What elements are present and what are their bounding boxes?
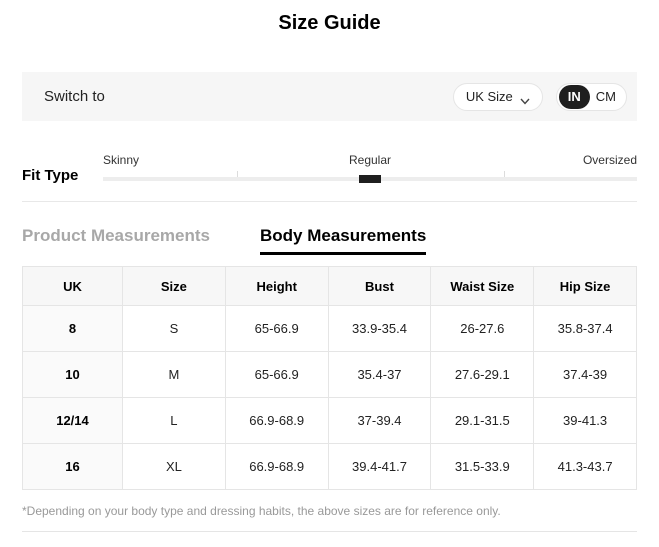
unit-toggle: IN CM — [555, 82, 627, 111]
table-cell-uk: 16 — [22, 443, 123, 490]
tab-product-measurements[interactable]: Product Measurements — [22, 226, 210, 246]
switch-to-bar: Switch to UK Size IN CM — [22, 72, 637, 121]
table-cell-bust: 35.4-37 — [327, 351, 432, 398]
table-header-size: Size — [122, 266, 226, 306]
table-row: 12/14 L 66.9-68.9 37-39.4 29.1-31.5 39-4… — [22, 397, 637, 444]
chevron-down-icon — [520, 93, 530, 105]
table-cell-size: M — [122, 351, 226, 398]
fit-type-options: Skinny Regular Oversized — [103, 153, 637, 167]
table-cell-height: 66.9-68.9 — [224, 443, 329, 490]
unit-in-button[interactable]: IN — [558, 84, 590, 109]
table-header-height: Height — [224, 266, 329, 306]
fit-type-section: Fit Type Skinny Regular Oversized — [22, 153, 637, 184]
table-cell-height: 65-66.9 — [224, 305, 329, 352]
section-divider — [22, 201, 637, 202]
table-header-hip: Hip Size — [533, 266, 637, 306]
table-cell-uk: 10 — [22, 351, 123, 398]
table-header-row: UK Size Height Bust Waist Size Hip Size — [22, 266, 637, 306]
table-row: 16 XL 66.9-68.9 39.4-41.7 31.5-33.9 41.3… — [22, 443, 637, 490]
table-cell-waist: 27.6-29.1 — [430, 351, 535, 398]
page-title: Size Guide — [278, 12, 381, 34]
table-cell-hip: 39-41.3 — [533, 397, 637, 444]
table-cell-bust: 39.4-41.7 — [327, 443, 432, 490]
footnote: *Depending on your body type and dressin… — [22, 504, 501, 518]
table-cell-uk: 12/14 — [22, 397, 123, 444]
table-cell-hip: 41.3-43.7 — [533, 443, 637, 490]
table-cell-hip: 37.4-39 — [533, 351, 637, 398]
unit-cm-button[interactable]: CM — [590, 89, 626, 104]
fit-slider-tick — [236, 171, 238, 177]
table-header-waist: Waist Size — [430, 266, 535, 306]
table-cell-bust: 37-39.4 — [327, 397, 432, 444]
fit-option-regular: Regular — [348, 153, 392, 167]
table-cell-waist: 31.5-33.9 — [430, 443, 535, 490]
size-standard-value: UK Size — [465, 89, 513, 104]
table-header-uk: UK — [22, 266, 123, 306]
table-cell-size: L — [122, 397, 226, 444]
size-table: UK Size Height Bust Waist Size Hip Size … — [22, 266, 637, 490]
bottom-divider — [22, 531, 637, 532]
fit-slider-thumb — [359, 175, 381, 183]
table-cell-waist: 26-27.6 — [430, 305, 535, 352]
table-cell-bust: 33.9-35.4 — [327, 305, 432, 352]
size-standard-select[interactable]: UK Size — [452, 82, 543, 111]
table-cell-uk: 8 — [22, 305, 123, 352]
tab-body-measurements[interactable]: Body Measurements — [260, 226, 427, 255]
table-cell-size: XL — [122, 443, 226, 490]
table-cell-hip: 35.8-37.4 — [533, 305, 637, 352]
table-cell-size: S — [122, 305, 226, 352]
switch-to-label: Switch to — [44, 88, 105, 105]
table-cell-height: 65-66.9 — [224, 351, 329, 398]
fit-option-skinny: Skinny — [103, 153, 140, 167]
fit-type-label: Fit Type — [22, 167, 79, 184]
measurement-tabs: Product Measurements Body Measurements — [22, 226, 637, 255]
fit-slider-track — [103, 171, 637, 183]
fit-option-oversized: Oversized — [582, 153, 637, 167]
fit-type-slider: Skinny Regular Oversized — [103, 153, 637, 183]
table-row: 8 S 65-66.9 33.9-35.4 26-27.6 35.8-37.4 — [22, 305, 637, 352]
table-header-bust: Bust — [327, 266, 432, 306]
table-cell-height: 66.9-68.9 — [224, 397, 329, 444]
fit-slider-tick — [503, 171, 505, 177]
table-cell-waist: 29.1-31.5 — [430, 397, 535, 444]
table-row: 10 M 65-66.9 35.4-37 27.6-29.1 37.4-39 — [22, 351, 637, 398]
